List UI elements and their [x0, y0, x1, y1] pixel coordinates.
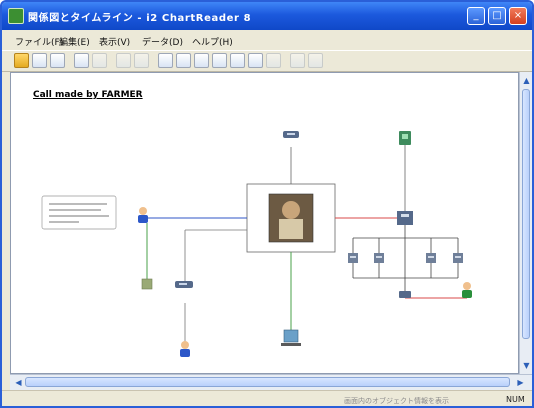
select-icon[interactable] [116, 53, 131, 68]
chart-canvas[interactable]: Call made by FARMER [10, 72, 519, 374]
note-text-line [49, 221, 79, 223]
move-icon[interactable] [134, 53, 149, 68]
menu-edit[interactable]: 編集(E) [59, 35, 90, 48]
small-device-a [348, 253, 358, 263]
status-message: 画面内のオブジェクト情報を表示 [344, 397, 449, 405]
link-chart [41, 131, 472, 357]
person-icon-right [462, 282, 472, 298]
chart-icon[interactable] [74, 53, 89, 68]
phone-icon-top [283, 131, 299, 138]
switch-icon-right [397, 211, 413, 225]
small-device-c [426, 253, 436, 263]
forward-arrow-icon[interactable] [308, 53, 323, 68]
maximize-icon[interactable]: □ [488, 7, 506, 25]
person-icon-left [138, 207, 148, 223]
back-arrow-icon[interactable] [290, 53, 305, 68]
scroll-left-icon[interactable]: ◀ [13, 377, 24, 388]
minimize-icon[interactable]: _ [467, 7, 485, 25]
small-device-b [374, 253, 384, 263]
photo-face [282, 201, 300, 219]
phone-icon-left [175, 281, 193, 288]
scroll-down-icon[interactable]: ▼ [521, 360, 532, 371]
note-text-line [49, 215, 109, 217]
pc-icon-left-lower [141, 278, 153, 290]
horizontal-scroll-thumb[interactable] [25, 377, 510, 387]
cut-icon[interactable] [158, 53, 173, 68]
num-indicator: NUM [506, 395, 525, 404]
paste-icon[interactable] [176, 53, 191, 68]
device-icon-bottom-right [399, 291, 411, 298]
person-icon-lower [180, 341, 190, 357]
scroll-up-icon[interactable]: ▲ [521, 75, 532, 86]
note-text-line [49, 209, 101, 211]
close-icon[interactable]: × [509, 7, 527, 25]
menu-bar: ファイル(F) 編集(E) 表示(V) データ(D) ヘルプ(H) [2, 30, 532, 50]
vertical-scroll-thumb[interactable] [522, 89, 530, 339]
menu-help[interactable]: ヘルプ(H) [192, 35, 233, 48]
note-box [41, 195, 117, 230]
copy-icon[interactable] [50, 53, 65, 68]
scroll-right-icon[interactable]: ▶ [515, 377, 526, 388]
menu-data[interactable]: データ(D) [142, 35, 183, 48]
chart-reader-window: 関係図とタイムライン - i2 ChartReader 8 _ □ × ファイル… [0, 0, 534, 408]
print-icon[interactable] [266, 53, 281, 68]
computer-icon-bottom [281, 329, 301, 346]
zoom-out-icon[interactable] [212, 53, 227, 68]
title-bar[interactable]: 関係図とタイムライン - i2 ChartReader 8 _ □ × [2, 2, 532, 30]
grid-icon[interactable] [248, 53, 263, 68]
horizontal-scrollbar[interactable]: ◀ ▶ [10, 374, 532, 390]
link-icon[interactable] [92, 53, 107, 68]
open-folder-icon[interactable] [14, 53, 29, 68]
menu-view[interactable]: 表示(V) [99, 35, 130, 48]
toolbar [2, 50, 532, 72]
menu-file[interactable]: ファイル(F) [15, 35, 63, 48]
status-bar: 画面内のオブジェクト情報を表示 NUM [2, 390, 532, 406]
small-device-d [453, 253, 463, 263]
window-title: 関係図とタイムライン - i2 ChartReader 8 [28, 13, 252, 24]
app-icon [8, 8, 24, 24]
zoom-in-icon[interactable] [194, 53, 209, 68]
photo-body [279, 219, 303, 239]
mobile-icon-top-right [399, 131, 411, 145]
fit-icon[interactable] [230, 53, 245, 68]
vertical-scrollbar[interactable]: ▲ ▼ [519, 72, 532, 374]
open-file-icon[interactable] [32, 53, 47, 68]
note-text-line [49, 203, 107, 205]
